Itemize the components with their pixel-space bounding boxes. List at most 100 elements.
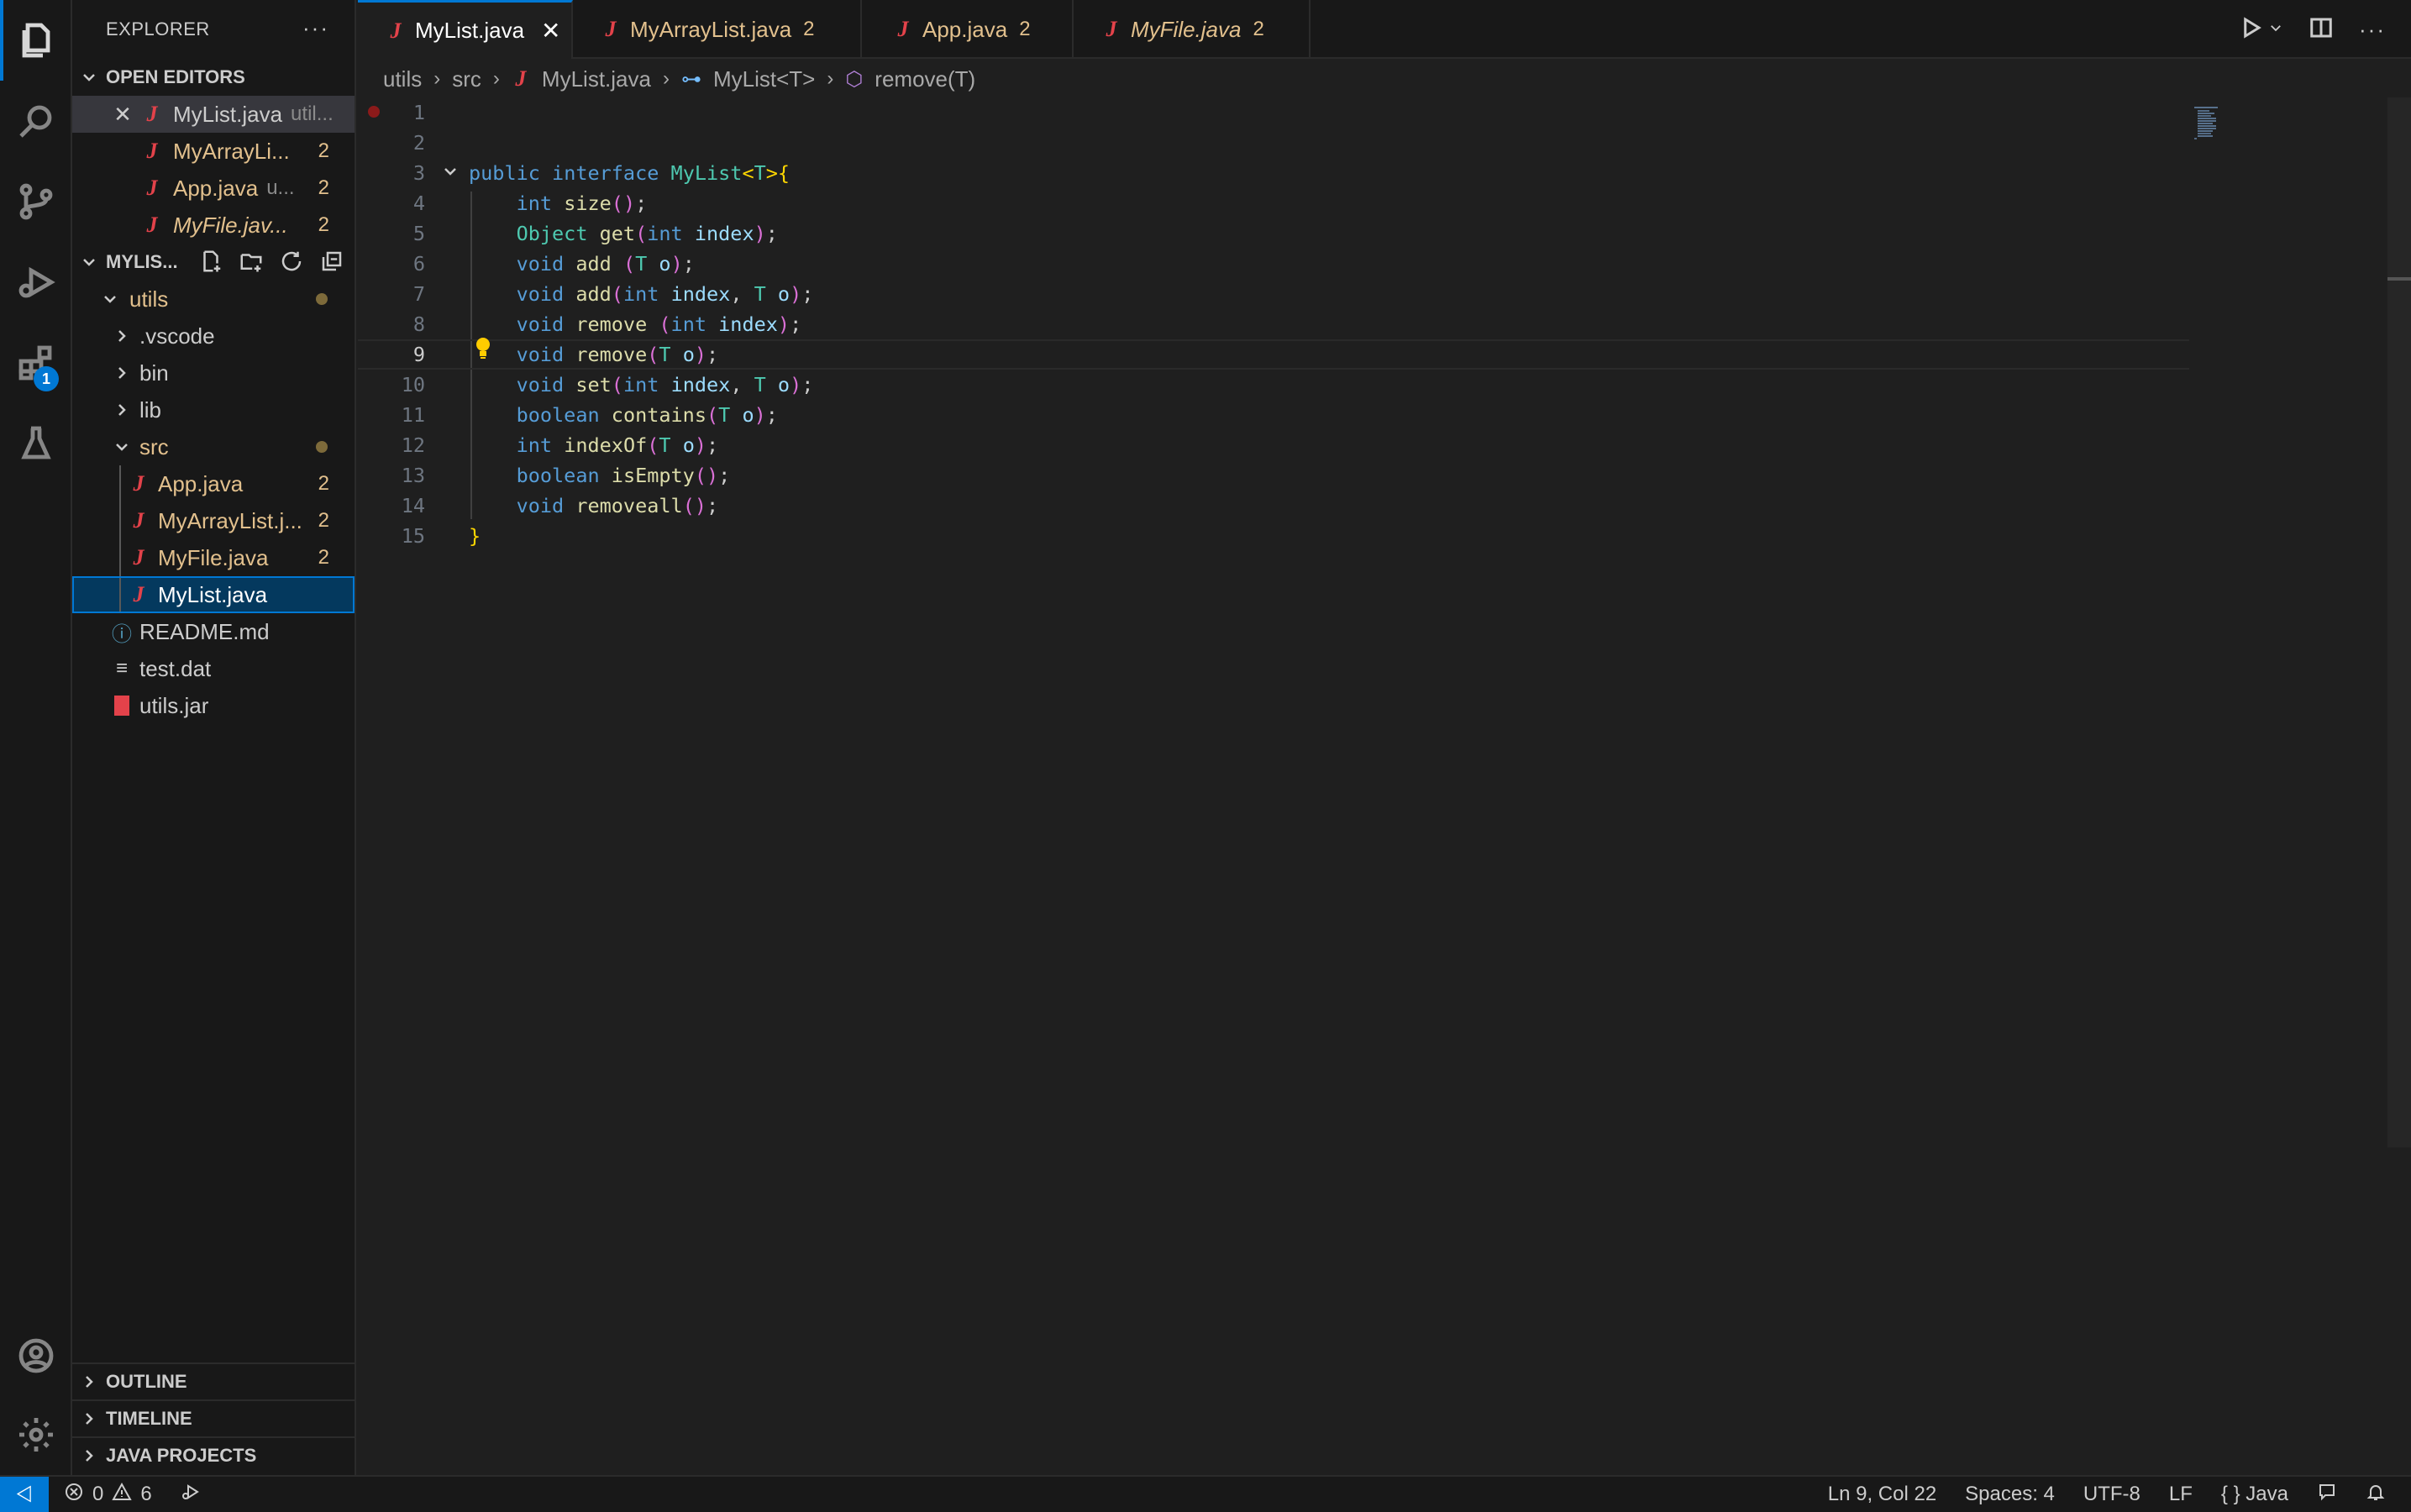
status-bar: ⨞ 0 6 Ln 9, Col 22 Spaces: 4 UTF-8 LF { … — [0, 1475, 2411, 1512]
more-actions-icon[interactable]: ··· — [2359, 17, 2386, 43]
tree-file-utilsjar[interactable]: utils.jar — [72, 687, 355, 724]
tree-file-myfile[interactable]: J MyFile.java 2 — [72, 539, 355, 576]
feedback-icon[interactable] — [2317, 1482, 2337, 1508]
breadcrumb-folder[interactable]: utils — [383, 66, 422, 92]
code-line[interactable]: 15 } — [358, 521, 2189, 551]
open-editor-item-mylist[interactable]: ✕ J MyList.java util... — [72, 96, 355, 133]
refresh-icon[interactable] — [279, 249, 304, 278]
settings-gear-icon[interactable] — [0, 1394, 72, 1475]
tab-label: App.java — [922, 16, 1008, 42]
more-actions-icon[interactable]: ··· — [302, 15, 329, 41]
end-of-line[interactable]: LF — [2169, 1483, 2193, 1506]
java-file-icon: J — [515, 66, 527, 91]
explorer-icon[interactable] — [0, 0, 72, 81]
chevron-right-icon: › — [492, 67, 500, 90]
open-editors-section[interactable]: OPEN EDITORS — [72, 59, 355, 96]
tree-folder-lib[interactable]: lib — [72, 391, 355, 428]
outline-section[interactable]: OUTLINE — [72, 1362, 355, 1399]
open-editor-item-myfile[interactable]: J MyFile.jav... 2 — [72, 207, 355, 244]
code-line[interactable]: 2 — [358, 128, 2189, 158]
testing-icon[interactable] — [0, 403, 72, 484]
line-number: 15 — [401, 524, 425, 548]
extensions-icon[interactable]: 1 — [0, 323, 72, 403]
code-text: void set(int index, T o); — [516, 373, 814, 396]
code-line[interactable]: 14 void removeall(); — [358, 491, 2189, 521]
tab-myfile[interactable]: J MyFile.java 2 — [1074, 0, 1311, 59]
editor-scrollbar[interactable] — [2387, 97, 2411, 1147]
code-line[interactable]: 11 boolean contains(T o); — [358, 400, 2189, 430]
tree-file-myarraylist[interactable]: J MyArrayList.j... 2 — [72, 502, 355, 539]
account-icon[interactable] — [0, 1315, 72, 1396]
code-line[interactable]: 4 int size(); — [358, 188, 2189, 218]
tree-file-readme[interactable]: ⓘ README.md — [72, 613, 355, 650]
open-editor-desc: u... — [266, 176, 295, 199]
open-editor-item-app[interactable]: J App.java u... 2 — [72, 170, 355, 207]
breadcrumb-file[interactable]: MyList.java — [542, 66, 651, 92]
timeline-section[interactable]: TIMELINE — [72, 1399, 355, 1436]
tab-mylist[interactable]: J MyList.java ✕ — [358, 0, 573, 59]
code-line[interactable]: 1 — [358, 97, 2189, 128]
text-file-icon: ≡ — [115, 657, 128, 680]
collapse-all-icon[interactable] — [319, 249, 344, 278]
line-number: 7 — [412, 282, 425, 306]
encoding[interactable]: UTF-8 — [2083, 1483, 2140, 1506]
java-file-icon: J — [133, 582, 144, 606]
cursor-position[interactable]: Ln 9, Col 22 — [1828, 1483, 1936, 1506]
language-mode[interactable]: { } Java — [2221, 1483, 2288, 1506]
chevron-right-icon: › — [827, 67, 834, 90]
tree-folder-utils[interactable]: utils — [72, 281, 355, 318]
breadcrumb-folder[interactable]: src — [452, 66, 481, 92]
search-icon[interactable] — [0, 81, 72, 161]
code-line[interactable]: 3 public interface MyList<T>{ — [358, 158, 2189, 188]
line-number: 9 — [412, 343, 425, 366]
code-line[interactable]: 13 boolean isEmpty(); — [358, 460, 2189, 491]
tree-file-mylist[interactable]: J MyList.java — [72, 576, 355, 613]
code-line-current[interactable]: 9 void remove(T o); — [358, 339, 2189, 370]
tab-label: MyList.java — [415, 18, 525, 43]
line-number: 10 — [401, 373, 425, 396]
breadcrumb-symbol[interactable]: remove(T) — [875, 66, 975, 92]
close-icon[interactable]: ✕ — [106, 102, 139, 128]
run-debug-icon[interactable] — [0, 242, 72, 323]
code-line[interactable]: 8 void remove (int index); — [358, 309, 2189, 339]
close-icon[interactable]: ✕ — [541, 17, 560, 45]
code-editor[interactable]: 1 2 3 public interface MyList<T>{ 4 int … — [358, 97, 2411, 1475]
tree-label: lib — [139, 396, 162, 423]
code-line[interactable]: 10 void set(int index, T o); — [358, 370, 2189, 400]
breadcrumb-symbol[interactable]: MyList<T> — [713, 66, 815, 92]
chevron-down-icon[interactable] — [2268, 20, 2283, 39]
split-editor-icon[interactable] — [2309, 15, 2334, 45]
tree-file-testdat[interactable]: ≡ test.dat — [72, 650, 355, 687]
tab-label: MyArrayList.java — [630, 16, 792, 42]
java-file-icon: J — [146, 176, 158, 200]
code-line[interactable]: 5 Object get(int index); — [358, 218, 2189, 249]
chevron-right-icon — [72, 1447, 106, 1464]
code-line[interactable]: 12 int indexOf(T o); — [358, 430, 2189, 460]
lightbulb-icon[interactable] — [474, 336, 492, 360]
timeline-label: TIMELINE — [106, 1408, 192, 1429]
remote-indicator-icon[interactable]: ⨞ — [0, 1477, 49, 1512]
bell-icon[interactable] — [2366, 1482, 2386, 1508]
debug-run-icon[interactable] — [181, 1482, 201, 1508]
java-projects-section[interactable]: JAVA PROJECTS — [72, 1436, 355, 1473]
tree-folder-src[interactable]: src — [72, 428, 355, 465]
tree-label: MyList.java — [158, 581, 268, 607]
java-file-icon: J — [390, 18, 402, 43]
tab-myarraylist[interactable]: J MyArrayList.java 2 — [573, 0, 862, 59]
tab-app[interactable]: J App.java 2 — [862, 0, 1074, 59]
tree-folder-vscode[interactable]: .vscode — [72, 318, 355, 354]
run-icon[interactable] — [2238, 15, 2263, 45]
open-editor-item-myarraylist[interactable]: J MyArrayLi... 2 — [72, 133, 355, 170]
problems-indicator[interactable]: 0 6 — [64, 1477, 201, 1512]
indentation[interactable]: Spaces: 4 — [1965, 1483, 2055, 1506]
minimap[interactable] — [2193, 102, 2243, 144]
tree-label: README.md — [139, 618, 270, 644]
tree-file-app[interactable]: J App.java 2 — [72, 465, 355, 502]
new-folder-icon[interactable] — [239, 249, 264, 278]
code-line[interactable]: 6 void add (T o); — [358, 249, 2189, 279]
status-right: Ln 9, Col 22 Spaces: 4 UTF-8 LF { } Java — [1828, 1477, 2386, 1512]
code-line[interactable]: 7 void add(int index, T o); — [358, 279, 2189, 309]
tree-folder-bin[interactable]: bin — [72, 354, 355, 391]
source-control-icon[interactable] — [0, 161, 72, 242]
new-file-icon[interactable] — [198, 249, 223, 278]
